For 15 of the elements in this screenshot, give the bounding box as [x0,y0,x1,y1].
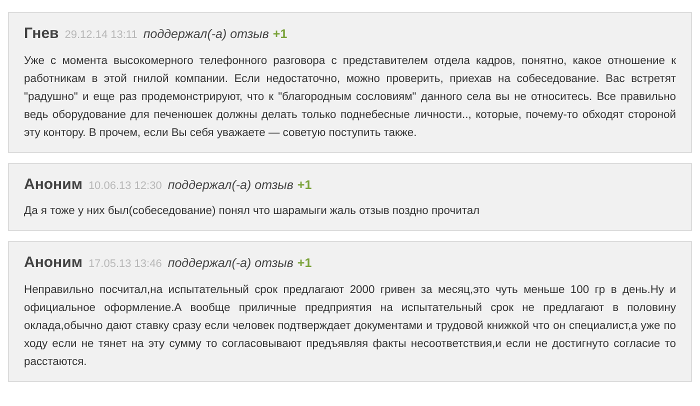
review-text: Да я тоже у них был(собеседование) понял что шарамыги жаль отзыв поздно прочитал [24,204,481,219]
review-date: 29.12.14 13:11 [64,28,138,43]
review-score: +1 [297,255,312,272]
review-author: Аноним [24,174,82,194]
review-date: 17.05.13 13:46 [88,257,162,272]
review-score: +1 [297,176,312,194]
review-date: 10.06.13 12:30 [88,178,162,194]
review-text: Неправильно посчитал,на испытательный срок предлагают 2000 гривен за месяц,это чуть меньше 100 гр в день.Ну и официальное оформление.А вообще приличные предприятия на испытательный срок не предлагают в половину оклада,обычно дают ставку сразу если человек подтверждает документами и трудовой книжкой что он специалист,а уже по ходу если не тянет на эту сумму то согласовывают предъявляя факты несоответствия,и если не достигнуто согласие то расстаются. [24,282,676,370]
review-text: Уже с момента высокомерного телефонного разговора с представителем отдела кадров, понятно, какое отношение к работникам в этой гнилой компании. Если недостаточно, можно проверить, приехав на собеседование. Вас встретят "радушно" и еще раз продемонстрируют, что к "благородным сословиям" данного села вы не относитесь. Все правильно ведь оборудование для печенюшек должны делать только поднебесные личности.., которые, почему-то обходят стороной эту контору. В прочем, если Вы себя уважаете — советую поступить также. [24,54,676,140]
review-score: +1 [272,26,288,43]
review-action: поддержал(-а) отзыв [168,176,294,194]
review-action: поддержал(-а) отзыв [143,26,269,43]
review-author: Аноним [24,253,82,273]
review-action: поддержал(-а) отзыв [168,255,294,272]
review-author: Гнев [24,24,59,44]
